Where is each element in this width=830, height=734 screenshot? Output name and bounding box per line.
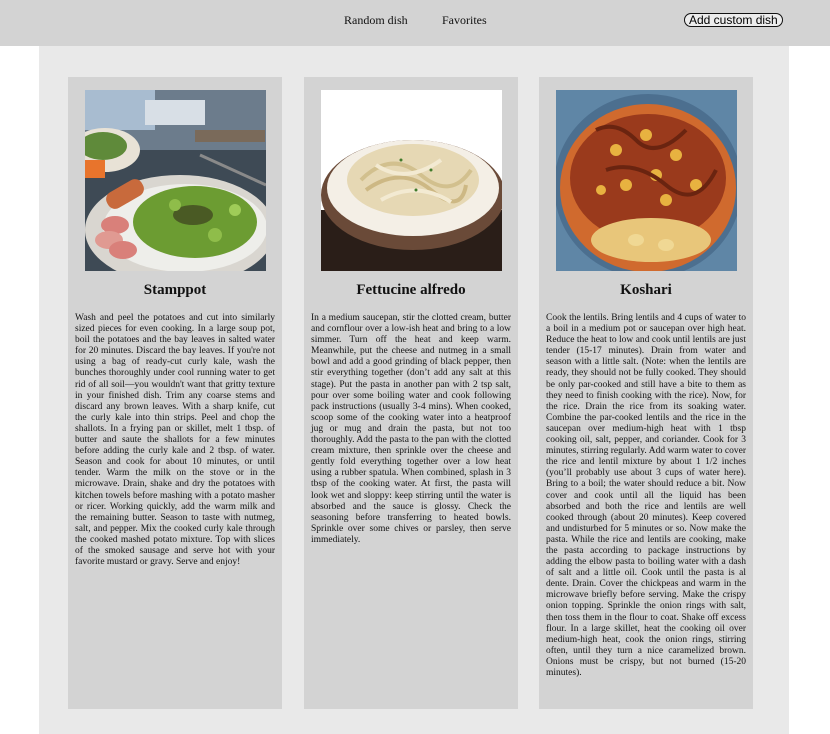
dish-card-koshari[interactable]: Koshari Cook the lentils. Bring lentils … [539,77,753,709]
random-dish-link[interactable]: Random dish [344,13,408,28]
favorites-link[interactable]: Favorites [442,13,487,28]
dish-title: Stamppot [143,282,207,298]
dish-grid: Stamppot Wash and peel the potatoes and … [39,46,789,734]
dish-recipe: In a medium saucepan, stir the clotted c… [311,313,511,545]
dish-card-stamppot[interactable]: Stamppot Wash and peel the potatoes and … [68,77,282,709]
dish-card-fettucine-alfredo[interactable]: Fettucine alfredo In a medium saucepan, … [304,77,518,709]
koshari-photo [556,90,737,271]
top-nav-bar: Random dish Favorites Add custom dish [0,0,830,46]
dish-recipe: Cook the lentils. Bring lentils and 4 cu… [546,313,746,678]
fettucine-alfredo-photo [321,90,502,271]
dish-recipe: Wash and peel the potatoes and cut into … [75,313,275,568]
add-custom-dish-button[interactable]: Add custom dish [684,13,783,27]
dish-title: Koshari [620,282,672,298]
dish-title: Fettucine alfredo [356,282,466,298]
stamppot-photo [85,90,266,271]
